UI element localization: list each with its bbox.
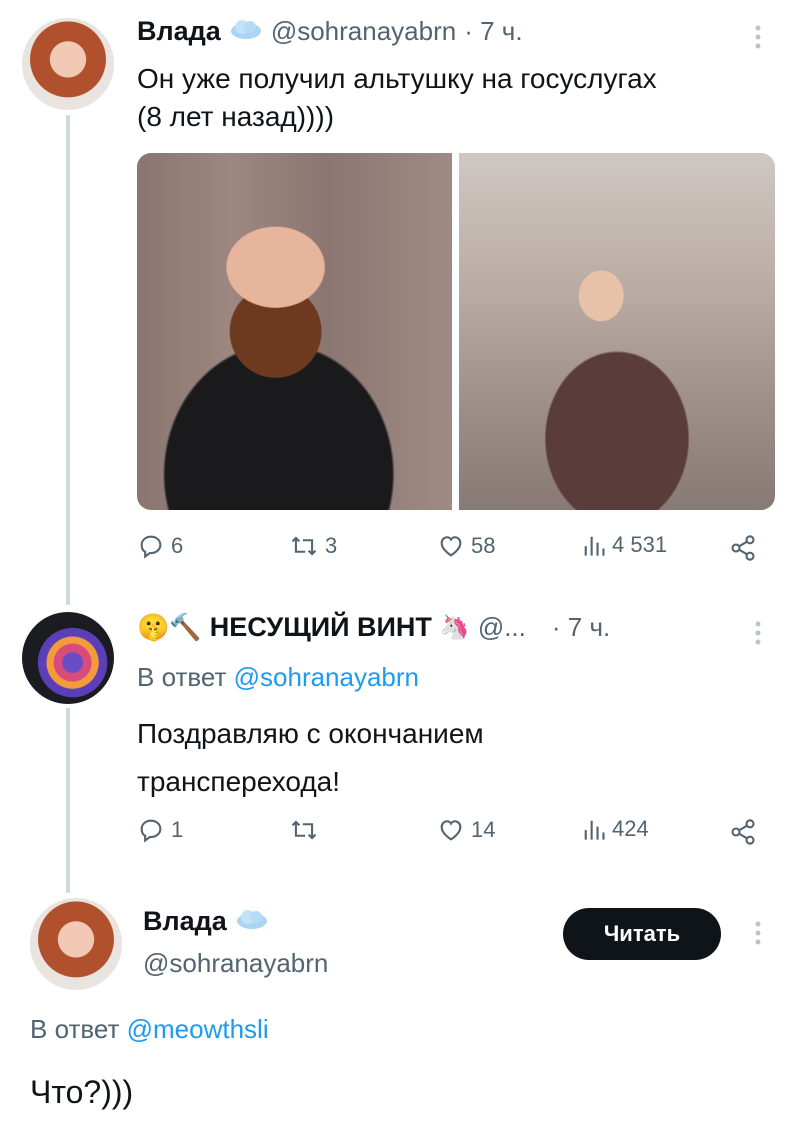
more-vertical-icon[interactable] [748, 618, 768, 648]
action-bar: 6 3 58 4 531 [137, 532, 777, 572]
views-count: 4 531 [612, 532, 668, 557]
tweet-header: 🤫🔨 НЕСУЩИЙ ВИНТ 🦄 @... · 7 ч. [137, 612, 777, 643]
reply-handle-link[interactable]: @meowthsli [127, 1014, 269, 1044]
reply-count: 1 [171, 817, 184, 842]
like-button[interactable]: 14 [437, 816, 495, 844]
retweet-icon [291, 820, 317, 840]
reply-count: 6 [171, 533, 184, 558]
retweet-count: 3 [325, 533, 338, 558]
share-icon [731, 819, 755, 845]
name-emoji-prefix: 🤫🔨 [137, 612, 202, 642]
action-bar: 1 14 424 [137, 816, 777, 856]
tweet-text: Что?))) [30, 1074, 134, 1110]
thread-line [66, 708, 70, 893]
name-emoji-suffix: 🦄 [439, 614, 470, 641]
tweet-header: Влада [143, 906, 269, 937]
retweet-button[interactable]: 3 [289, 532, 337, 560]
views-button[interactable]: 424 [582, 816, 649, 842]
display-name[interactable]: Влада [143, 906, 227, 937]
display-name[interactable]: НЕСУЩИЙ ВИНТ [210, 612, 432, 643]
share-icon [731, 535, 755, 561]
display-name[interactable]: Влада [137, 16, 221, 47]
views-icon [584, 536, 605, 556]
tweet-text-line: Он уже получил альтушку на госуслугах [137, 63, 657, 94]
heart-icon [440, 536, 462, 557]
share-button[interactable] [729, 534, 757, 562]
heart-icon [440, 820, 462, 841]
like-count: 14 [471, 817, 496, 842]
timestamp[interactable]: · 7 ч. [464, 16, 522, 47]
tweet-header: Влада @sohranayabrn · 7 ч. [137, 16, 523, 47]
more-vertical-icon[interactable] [748, 22, 768, 52]
timestamp[interactable]: · 7 ч. [552, 612, 610, 643]
reply-context: В ответ @sohranayabrn [137, 662, 419, 693]
tweet-text-line: (8 лет назад)))) [137, 101, 335, 132]
retweet-icon [291, 536, 317, 556]
reply-prefix: В ответ [137, 662, 227, 692]
avatar[interactable] [22, 612, 114, 704]
more-vertical-icon[interactable] [748, 918, 768, 948]
views-count: 424 [612, 816, 649, 841]
reply-context: В ответ @meowthsli [30, 1014, 269, 1045]
like-count: 58 [471, 533, 496, 558]
reply-icon [140, 819, 162, 843]
tweet-text-line: трансперехода! [137, 766, 341, 797]
cloud-badge-icon [235, 908, 269, 935]
reply-handle-link[interactable]: @sohranayabrn [234, 662, 419, 692]
avatar[interactable] [22, 18, 114, 110]
avatar[interactable] [30, 898, 122, 990]
media-photo-man[interactable] [137, 153, 452, 510]
share-button[interactable] [729, 818, 757, 846]
tweet-text: Он уже получил альтушку на госуслугах (8… [137, 60, 777, 136]
reply-icon [140, 535, 162, 559]
reply-prefix: В ответ [30, 1014, 120, 1044]
handle[interactable]: @sohranayabrn [143, 948, 328, 979]
handle[interactable]: @... [478, 612, 526, 643]
thread-line [66, 115, 70, 605]
follow-button[interactable]: Читать [563, 908, 721, 960]
reply-button[interactable]: 1 [137, 816, 183, 844]
handle[interactable]: @sohranayabrn [271, 16, 456, 47]
reply-button[interactable]: 6 [137, 532, 183, 560]
cloud-badge-icon [229, 18, 263, 45]
retweet-button[interactable] [289, 816, 325, 844]
media-photo-woman[interactable] [459, 153, 775, 510]
views-icon [584, 820, 605, 840]
tweet-text: Поздравляю с окончанием трансперехода! [137, 710, 757, 806]
tweet-text-line: Поздравляю с окончанием [137, 718, 484, 749]
views-button[interactable]: 4 531 [582, 532, 667, 558]
like-button[interactable]: 58 [437, 532, 495, 560]
